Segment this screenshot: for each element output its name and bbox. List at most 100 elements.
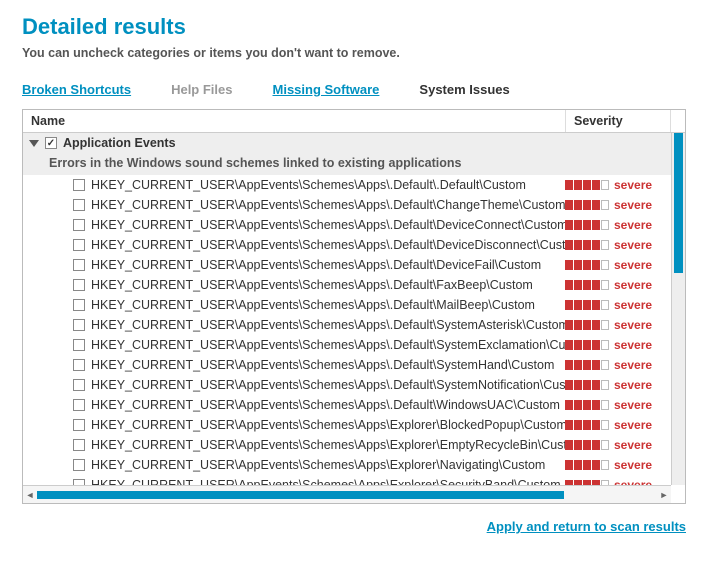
tab-help-files[interactable]: Help Files [171,82,232,97]
severity-bars-icon [565,460,609,470]
horizontal-scroll-thumb[interactable] [37,491,564,499]
tab-system-issues[interactable]: System Issues [419,82,509,97]
row-checkbox[interactable] [73,179,85,191]
severity-cell: severe [565,438,665,452]
severity-cell: severe [565,458,665,472]
severity-label: severe [614,358,652,372]
vertical-scrollbar[interactable] [671,133,685,485]
severity-cell: severe [565,198,665,212]
tab-broken-shortcuts[interactable]: Broken Shortcuts [22,82,131,97]
row-checkbox[interactable] [73,199,85,211]
table-row: HKEY_CURRENT_USER\AppEvents\Schemes\Apps… [23,455,671,475]
severity-cell: severe [565,278,665,292]
row-checkbox[interactable] [73,359,85,371]
row-path: HKEY_CURRENT_USER\AppEvents\Schemes\Apps… [91,398,565,412]
table-header: Name Severity [23,110,685,133]
table-row: HKEY_CURRENT_USER\AppEvents\Schemes\Apps… [23,375,671,395]
table-row: HKEY_CURRENT_USER\AppEvents\Schemes\Apps… [23,295,671,315]
table-row: HKEY_CURRENT_USER\AppEvents\Schemes\Apps… [23,215,671,235]
severity-cell: severe [565,298,665,312]
page-subtitle: You can uncheck categories or items you … [22,46,686,60]
row-path: HKEY_CURRENT_USER\AppEvents\Schemes\Apps… [91,278,565,292]
severity-label: severe [614,438,652,452]
row-path: HKEY_CURRENT_USER\AppEvents\Schemes\Apps… [91,198,565,212]
severity-label: severe [614,318,652,332]
severity-label: severe [614,458,652,472]
severity-label: severe [614,218,652,232]
row-path: HKEY_CURRENT_USER\AppEvents\Schemes\Apps… [91,458,565,472]
severity-label: severe [614,418,652,432]
row-path: HKEY_CURRENT_USER\AppEvents\Schemes\Apps… [91,218,565,232]
row-path: HKEY_CURRENT_USER\AppEvents\Schemes\Apps… [91,298,565,312]
severity-label: severe [614,378,652,392]
severity-cell: severe [565,378,665,392]
row-path: HKEY_CURRENT_USER\AppEvents\Schemes\Apps… [91,318,565,332]
severity-cell: severe [565,358,665,372]
row-path: HKEY_CURRENT_USER\AppEvents\Schemes\Apps… [91,358,565,372]
row-checkbox[interactable] [73,259,85,271]
row-path: HKEY_CURRENT_USER\AppEvents\Schemes\Apps… [91,258,565,272]
table-row: HKEY_CURRENT_USER\AppEvents\Schemes\Apps… [23,395,671,415]
row-checkbox[interactable] [73,339,85,351]
severity-bars-icon [565,380,609,390]
row-path: HKEY_CURRENT_USER\AppEvents\Schemes\Apps… [91,178,565,192]
severity-cell: severe [565,178,665,192]
severity-bars-icon [565,180,609,190]
severity-label: severe [614,238,652,252]
severity-cell: severe [565,338,665,352]
severity-label: severe [614,258,652,272]
scroll-right-icon[interactable]: ► [657,488,671,502]
row-checkbox[interactable] [73,439,85,451]
severity-bars-icon [565,420,609,430]
row-checkbox[interactable] [73,219,85,231]
group-checkbox[interactable]: ✓ [45,137,57,149]
severity-cell: severe [565,318,665,332]
scroll-left-icon[interactable]: ◄ [23,488,37,502]
severity-bars-icon [565,340,609,350]
row-checkbox[interactable] [73,319,85,331]
collapse-icon[interactable] [29,140,39,147]
row-path: HKEY_CURRENT_USER\AppEvents\Schemes\Apps… [91,338,565,352]
row-checkbox[interactable] [73,299,85,311]
severity-cell: severe [565,398,665,412]
row-checkbox[interactable] [73,239,85,251]
severity-label: severe [614,198,652,212]
group-title: Application Events [63,136,176,150]
severity-bars-icon [565,260,609,270]
col-severity[interactable]: Severity [566,110,671,132]
severity-bars-icon [565,400,609,410]
severity-bars-icon [565,200,609,210]
row-path: HKEY_CURRENT_USER\AppEvents\Schemes\Apps… [91,238,565,252]
row-checkbox[interactable] [73,459,85,471]
group-header: ✓ Application Events [23,133,671,153]
col-name[interactable]: Name [23,110,566,132]
table-row: HKEY_CURRENT_USER\AppEvents\Schemes\Apps… [23,175,671,195]
tab-bar: Broken Shortcuts Help Files Missing Soft… [22,82,686,97]
table-row: HKEY_CURRENT_USER\AppEvents\Schemes\Apps… [23,335,671,355]
severity-cell: severe [565,258,665,272]
severity-label: severe [614,338,652,352]
severity-bars-icon [565,440,609,450]
table-row: HKEY_CURRENT_USER\AppEvents\Schemes\Apps… [23,195,671,215]
row-checkbox[interactable] [73,379,85,391]
severity-cell: severe [565,238,665,252]
severity-bars-icon [565,320,609,330]
row-checkbox[interactable] [73,419,85,431]
row-path: HKEY_CURRENT_USER\AppEvents\Schemes\Apps… [91,438,565,452]
row-path: HKEY_CURRENT_USER\AppEvents\Schemes\Apps… [91,378,565,392]
row-path: HKEY_CURRENT_USER\AppEvents\Schemes\Apps… [91,418,565,432]
row-checkbox[interactable] [73,399,85,411]
horizontal-scrollbar[interactable]: ◄ ► [23,485,671,503]
severity-cell: severe [565,418,665,432]
row-checkbox[interactable] [73,279,85,291]
results-table: Name Severity ✓ Application Events Error… [22,109,686,504]
table-row: HKEY_CURRENT_USER\AppEvents\Schemes\Apps… [23,275,671,295]
table-row: HKEY_CURRENT_USER\AppEvents\Schemes\Apps… [23,315,671,335]
apply-link[interactable]: Apply and return to scan results [487,519,686,534]
severity-label: severe [614,398,652,412]
table-row: HKEY_CURRENT_USER\AppEvents\Schemes\Apps… [23,415,671,435]
tab-missing-software[interactable]: Missing Software [273,82,380,97]
severity-bars-icon [565,280,609,290]
vertical-scroll-thumb[interactable] [674,133,683,273]
severity-bars-icon [565,360,609,370]
